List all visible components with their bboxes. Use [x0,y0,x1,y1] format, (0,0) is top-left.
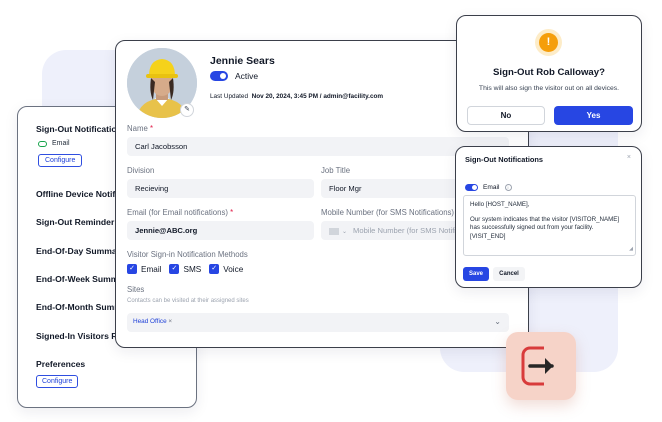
active-toggle[interactable] [210,71,228,81]
message-line-greeting: Hello [HOST_NAME], [470,201,530,208]
sign-out-notifications-heading: Sign-Out Notifications [36,124,127,134]
method-email-checkbox[interactable]: ✓ Email [127,264,161,274]
email-channel-icon [38,140,47,147]
job-title-label: Job Title [321,166,351,175]
method-voice-checkbox[interactable]: ✓ Voice [209,264,243,274]
email-channel-label: Email [52,140,70,147]
no-button[interactable]: No [467,106,545,125]
site-chip-label: Head Office [133,318,167,325]
cancel-button[interactable]: Cancel [493,267,525,281]
last-updated: Last Updated Nov 20, 2024, 3:45 PM / adm… [210,93,383,100]
sites-help-text: Contacts can be visited at their assigne… [127,298,249,304]
check-icon: ✓ [169,264,180,274]
resize-handle-icon[interactable]: ◢ [629,245,633,254]
method-voice-label: Voice [223,264,244,274]
sign-out-icon [521,345,562,387]
status-label: Active [235,71,259,81]
preferences-configure-button[interactable]: Configure [36,375,79,388]
division-label: Division [127,166,155,175]
settings-row-sign-out-reminder[interactable]: Sign-Out Reminder [36,217,114,227]
name-field-label: Name * [127,124,153,133]
required-marker: * [230,208,234,217]
email-toggle[interactable] [465,184,478,191]
preferences-heading: Preferences [36,359,86,369]
yes-button[interactable]: Yes [554,106,633,125]
dialog-message: This will also sign the visitor out on a… [478,85,620,92]
email-channel: Email [38,140,70,147]
status-row: Active [210,71,258,81]
name-label-text: Name [127,124,148,133]
check-icon: ✓ [127,264,137,274]
method-email-label: Email [141,264,162,274]
close-icon[interactable]: × [168,318,172,325]
last-updated-value: Nov 20, 2024, 3:45 PM / admin@facility.c… [251,93,384,100]
check-icon: ✓ [209,264,220,274]
chevron-down-icon[interactable]: ⌄ [494,317,501,326]
close-icon[interactable]: × [627,154,631,161]
message-textarea[interactable]: Hello [HOST_NAME], Our system indicates … [463,195,636,256]
email-input[interactable]: Jennie@ABC.org [127,221,314,240]
edit-icon[interactable]: ✎ [180,103,194,117]
required-marker: * [149,124,154,133]
division-input[interactable]: Recieving [127,179,314,198]
warning-icon: ! [539,33,558,52]
dialog-title: Sign-Out Rob Calloway? [493,67,605,78]
configure-button[interactable]: Configure [38,154,83,167]
info-icon[interactable]: i [504,184,512,191]
country-flag-icon[interactable] [329,227,339,235]
settings-row-end-of-day[interactable]: End-Of-Day Summary [36,246,125,256]
email-label-text: Email (for Email notifications) [127,208,228,217]
sites-label: Sites [127,285,145,294]
sign-out-confirm-dialog: ! Sign-Out Rob Calloway? This will also … [456,15,642,132]
mobile-label: Mobile Number (for SMS Notifications) [321,208,455,217]
message-line-body: Our system indicates that the visitor [V… [470,215,620,240]
sites-select[interactable]: Head Office × ⌄ [127,313,509,332]
methods-label: Visitor Sign-in Notification Methods [127,250,248,259]
name-input[interactable]: Carl Jacobsson [127,137,509,156]
chevron-down-icon[interactable]: ⌄ [342,229,347,235]
editor-email-row: Email i [465,184,512,191]
editor-email-label: Email [483,184,500,191]
notification-editor: Sign-Out Notifications × Email i Hello [… [455,146,642,288]
last-updated-label: Last Updated [210,93,249,100]
save-button[interactable]: Save [463,267,489,281]
person-name: Jennie Sears [210,55,275,67]
editor-title: Sign-Out Notifications [465,155,544,164]
methods-group: ✓ Email ✓ SMS ✓ Voice [127,264,243,274]
method-sms-checkbox[interactable]: ✓ SMS [169,264,201,274]
site-chip[interactable]: Head Office × [133,318,172,325]
method-sms-label: SMS [183,264,202,274]
sign-out-app-tile[interactable] [506,332,576,400]
email-field-label: Email (for Email notifications) * [127,208,233,217]
